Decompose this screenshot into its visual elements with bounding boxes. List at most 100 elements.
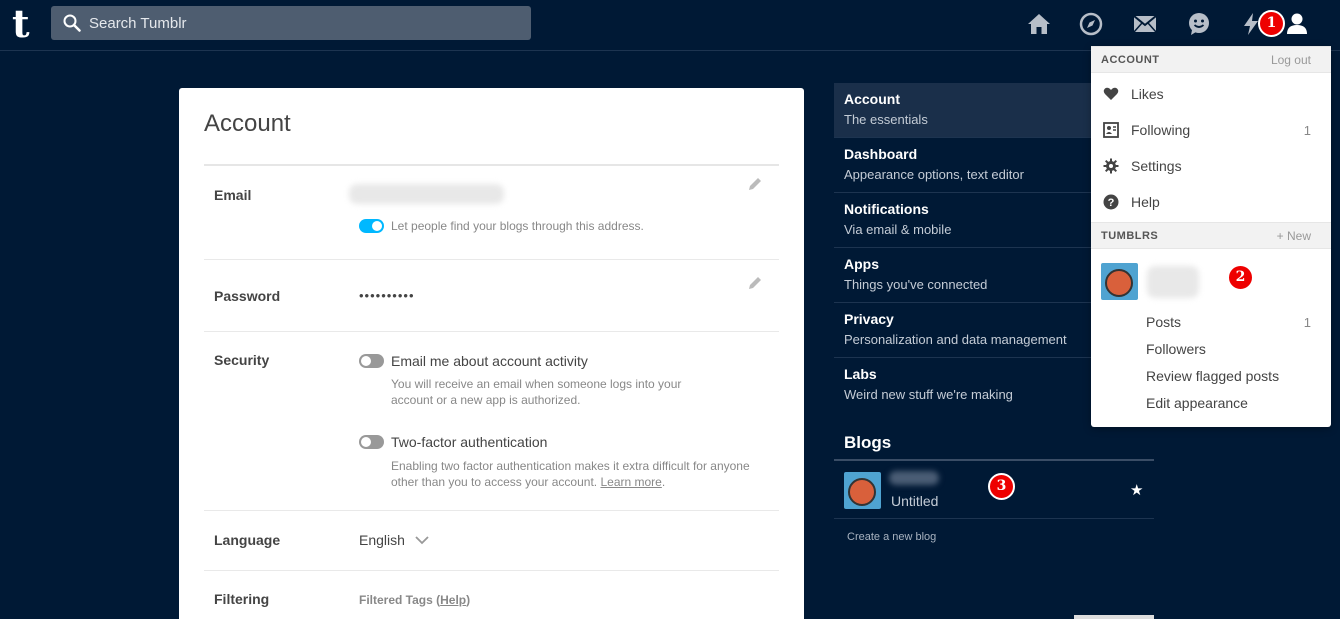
filtered-tags-help-link[interactable]: Help [440,593,466,607]
annotation-badge-1: 1 [1258,10,1285,37]
gear-icon [1103,158,1119,174]
divider [204,164,779,166]
mail-icon[interactable] [1132,11,1158,37]
divider [204,331,779,332]
blog-subitem-posts[interactable]: Posts 1 [1091,309,1331,336]
divider [204,259,779,260]
account-activity-desc-2: account or a new app is authorized. [391,393,581,407]
sidenav-sub: Appearance options, text editor [844,167,1024,182]
language-select[interactable]: English [359,532,429,548]
edit-password-pencil-icon[interactable] [746,274,764,292]
two-factor-desc-text: other than you to access your account. [391,475,601,489]
blog-subitem-label: Followers [1146,341,1206,357]
email-toggle-text: Let people find your blogs through this … [391,219,644,233]
sidenav-sub: Weird new stuff we're making [844,387,1013,402]
two-factor-toggle[interactable] [359,435,384,449]
blog-subitem-review-flagged[interactable]: Review flagged posts [1091,363,1331,390]
top-bar: t 1 [0,0,1340,51]
sidenav-sub: The essentials [844,112,928,127]
chevron-down-icon [415,536,429,545]
dropdown-item-following[interactable]: Following 1 [1091,112,1331,148]
help-icon: ? [1103,194,1119,210]
dropdown-item-label: Likes [1131,86,1164,102]
heart-icon [1103,87,1119,100]
filtered-tags-close-paren: ) [466,593,471,607]
two-factor-desc-2: other than you to access your account. L… [391,474,665,490]
blogs-heading: Blogs [844,433,892,452]
learn-more-link[interactable]: Learn more [600,475,661,489]
search-box[interactable] [51,6,531,40]
sidenav-sub: Personalization and data management [844,332,1067,347]
tumblrs-header-label: TUMBLRS [1101,230,1159,242]
filtering-label: Filtering [214,591,270,607]
password-label: Password [214,288,281,304]
account-dropdown: ACCOUNT Log out Likes Following 1 Settin… [1091,46,1331,427]
avatar[interactable] [1101,263,1138,300]
account-activity-label: Email me about account activity [391,353,588,369]
account-icon[interactable] [1284,11,1310,37]
filtered-tags-label: Filtered Tags (Help) [359,592,470,608]
chat-icon[interactable] [1186,11,1212,37]
avatar-face [848,478,876,506]
home-icon[interactable] [1026,11,1052,37]
logout-link[interactable]: Log out [1271,53,1311,67]
security-label: Security [214,352,270,368]
email-discoverable-toggle[interactable] [359,219,384,233]
tumblr-name-blurred[interactable] [1147,266,1199,298]
dropdown-item-count: 1 [1303,123,1311,138]
account-header: ACCOUNT Log out [1091,46,1331,73]
account-activity-desc-1: You will receive an email when someone l… [391,377,682,391]
page-title: Account [204,110,291,137]
blog-subitem-followers[interactable]: Followers [1091,336,1331,363]
two-factor-desc-period: . [661,475,666,489]
language-label: Language [214,532,281,548]
sidenav-sub: Via email & mobile [844,222,952,237]
create-blog-link[interactable]: Create a new blog [847,531,936,543]
dropdown-item-label: Settings [1131,158,1182,174]
explore-icon[interactable] [1078,11,1104,37]
sidenav-title: Account [844,91,900,107]
filtered-tags-text: Filtered Tags ( [359,593,441,607]
scroll-element [1074,615,1154,619]
divider [204,570,779,571]
svg-text:?: ? [1108,197,1115,209]
tumblr-logo[interactable]: t [12,4,34,44]
dropdown-item-settings[interactable]: Settings [1091,148,1331,184]
account-header-label: ACCOUNT [1101,54,1160,66]
sidenav-title: Dashboard [844,146,918,162]
divider [204,510,779,511]
sidenav-title: Apps [844,256,879,272]
divider [834,459,1154,461]
dropdown-item-likes[interactable]: Likes [1091,76,1331,112]
two-factor-desc-1: Enabling two factor authentication makes… [391,459,750,473]
blog-name-blurred [889,471,939,485]
sidenav-title: Labs [844,366,877,382]
search-input[interactable] [89,6,519,40]
sidenav-title: Notifications [844,201,929,217]
dropdown-item-label: Following [1131,122,1191,138]
email-value-blurred [349,184,504,204]
two-factor-label: Two-factor authentication [391,434,548,450]
blog-subitem-count: 1 [1303,315,1311,330]
password-value: •••••••••• [359,288,415,303]
blog-title: Untitled [891,493,939,509]
tumblrs-header: TUMBLRS + New [1091,222,1331,249]
account-activity-toggle[interactable] [359,354,384,368]
following-icon [1103,122,1119,138]
edit-email-pencil-icon[interactable] [746,175,764,193]
blog-subitem-edit-appearance[interactable]: Edit appearance [1091,390,1331,417]
language-value: English [359,532,405,548]
sidenav-title: Privacy [844,311,894,327]
new-blog-link[interactable]: + New [1277,229,1311,243]
blog-subitem-label: Posts [1146,314,1182,330]
search-icon [63,14,81,32]
blog-subitem-label: Review flagged posts [1146,368,1280,384]
account-settings-card: Account Email Let people find your blogs… [179,88,804,619]
star-icon[interactable]: ★ [1130,481,1143,499]
avatar [844,472,881,509]
annotation-badge-3: 3 [988,473,1015,500]
dropdown-item-help[interactable]: ? Help [1091,184,1331,220]
email-label: Email [214,187,252,203]
sidenav-sub: Things you've connected [844,277,988,292]
blog-subitem-label: Edit appearance [1146,395,1248,411]
